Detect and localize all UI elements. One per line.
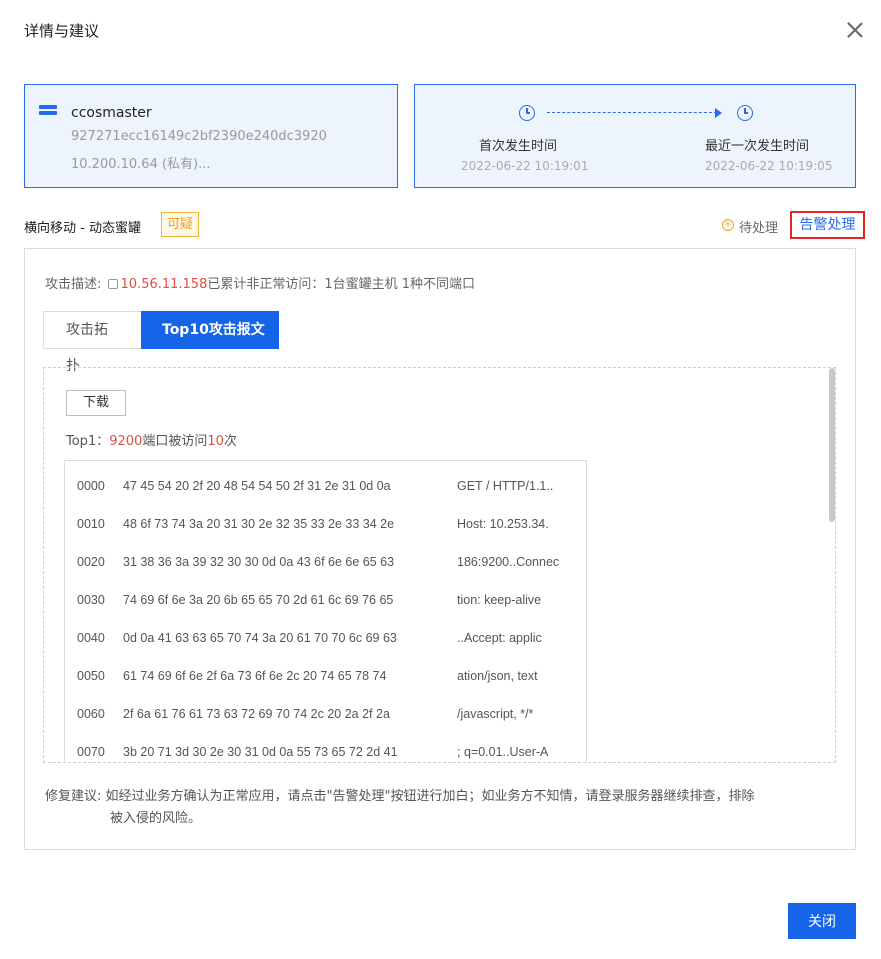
hex-ascii: ; q=0.01..User-A (457, 745, 549, 759)
arrow-right-icon (715, 108, 722, 118)
hex-offset: 0060 (77, 707, 105, 721)
hex-offset: 0070 (77, 745, 105, 759)
dialog-title: 详情与建议 (24, 22, 100, 40)
hex-row: 0040 0d 0a 41 63 63 65 70 74 3a 20 61 70 … (77, 631, 542, 651)
pending-status-icon: ⑥ (722, 219, 734, 231)
hex-dump: 0000 47 45 54 20 2f 20 48 54 54 50 2f 31 … (64, 460, 587, 762)
attacker-ip: 10.56.11.158 (120, 277, 208, 292)
first-time-value: 2022-06-22 10:19:01 (461, 159, 589, 173)
hex-ascii: ation/json, text (457, 669, 538, 683)
hex-row: 0070 3b 20 71 3d 30 2e 30 31 0d 0a 55 73 … (77, 745, 549, 762)
first-time-label: 首次发生时间 (479, 139, 558, 154)
attack-desc-suffix: 已累计非正常访问：1台蜜罐主机 1种不同端口 (207, 277, 476, 292)
hex-row: 0000 47 45 54 20 2f 20 48 54 54 50 2f 31 … (77, 479, 553, 499)
scrollbar-thumb[interactable] (829, 368, 835, 522)
host-name: ccosmaster (71, 105, 152, 121)
download-button[interactable]: 下载 (66, 390, 126, 416)
top1-mid: 端口被访问 (142, 434, 208, 449)
hex-ascii: 186:9200..Connec (457, 555, 560, 569)
lock-icon (107, 279, 118, 289)
hex-row: 0020 31 38 36 3a 39 32 30 30 0d 0a 43 6f … (77, 555, 559, 575)
top1-port: 9200 (109, 434, 143, 449)
last-time-label: 最近一次发生时间 (705, 139, 810, 154)
top1-prefix: Top1： (66, 434, 110, 449)
hex-offset: 0000 (77, 479, 105, 493)
hex-ascii: GET / HTTP/1.1.. (457, 479, 554, 493)
advice-line2: 被入侵的风险。 (110, 811, 202, 826)
clock-icon (737, 105, 753, 121)
last-time-value: 2022-06-22 10:19:05 (705, 159, 833, 173)
detail-panel: 攻击描述: 10.56.11.158已累计非正常访问：1台蜜罐主机 1种不同端口… (24, 248, 856, 850)
host-ip: 10.200.10.64 (私有)... (71, 157, 211, 172)
hex-bytes: 3b 20 71 3d 30 2e 30 31 0d 0a 55 73 65 7… (123, 745, 398, 759)
hex-offset: 0030 (77, 593, 105, 607)
attack-description: 攻击描述: 10.56.11.158已累计非正常访问：1台蜜罐主机 1种不同端口 (45, 273, 475, 292)
suspicious-badge: 可疑 (161, 212, 200, 237)
hex-offset: 0010 (77, 517, 105, 531)
alarm-handle-button[interactable]: 告警处理 (790, 211, 865, 239)
tab-bar: 攻击拓扑 Top10攻击报文 (43, 311, 279, 374)
top1-count: 10 (207, 434, 224, 449)
hex-ascii: ..Accept: applic (457, 631, 542, 645)
hex-row: 0060 2f 6a 61 76 61 73 63 72 69 70 74 2c … (77, 707, 533, 727)
hex-bytes: 47 45 54 20 2f 20 48 54 54 50 2f 31 2e 3… (123, 479, 391, 493)
hex-ascii: Host: 10.253.34. (457, 517, 549, 531)
top1-summary: Top1：9200端口被访问10次 (66, 430, 237, 449)
close-button[interactable]: 关闭 (788, 903, 856, 939)
host-card: ccosmaster 927271ecc16149c2bf2390e240dc3… (24, 84, 398, 188)
status-text: 待处理 (739, 221, 779, 236)
time-card: 首次发生时间 2022-06-22 10:19:01 最近一次发生时间 2022… (414, 84, 856, 188)
hex-offset: 0050 (77, 669, 105, 683)
attack-desc-prefix: 攻击描述: (45, 277, 106, 292)
host-id: 927271ecc16149c2bf2390e240dc3920 (71, 129, 327, 144)
server-icon (39, 105, 57, 123)
timeline-dash (547, 112, 717, 113)
hex-row: 0030 74 69 6f 6e 3a 20 6b 65 65 70 2d 61 … (77, 593, 541, 613)
hex-bytes: 61 74 69 6f 6e 2f 6a 73 6f 6e 2c 20 74 6… (123, 669, 387, 683)
report-container: 下载 Top1：9200端口被访问10次 0000 47 45 54 20 2f … (43, 367, 836, 763)
hex-row: 0010 48 6f 73 74 3a 20 31 30 2e 32 35 33 … (77, 517, 549, 537)
hex-bytes: 2f 6a 61 76 61 73 63 72 69 70 74 2c 20 2… (123, 707, 390, 721)
tab-top10-packets[interactable]: Top10攻击报文 (141, 311, 279, 349)
hex-ascii: /javascript, */* (457, 707, 534, 721)
hex-bytes: 74 69 6f 6e 3a 20 6b 65 65 70 2d 61 6c 6… (123, 593, 394, 607)
fix-advice: 修复建议: 如经过业务方确认为正常应用，请点击"告警处理"按钮进行加白；如业务方… (45, 786, 845, 830)
event-title: 横向移动 - 动态蜜罐 (24, 221, 141, 236)
hex-ascii: tion: keep-alive (457, 593, 542, 607)
clock-icon (519, 105, 535, 121)
top1-suffix: 次 (223, 434, 237, 449)
hex-offset: 0040 (77, 631, 105, 645)
hex-bytes: 48 6f 73 74 3a 20 31 30 2e 32 35 33 2e 3… (123, 517, 395, 531)
tab-attack-topology[interactable]: 攻击拓扑 (43, 311, 141, 374)
hex-bytes: 0d 0a 41 63 63 65 70 74 3a 20 61 70 70 6… (123, 631, 397, 645)
hex-row: 0050 61 74 69 6f 6e 2f 6a 73 6f 6e 2c 20 … (77, 669, 538, 689)
close-icon[interactable] (845, 20, 865, 40)
hex-offset: 0020 (77, 555, 105, 569)
advice-line1: 修复建议: 如经过业务方确认为正常应用，请点击"告警处理"按钮进行加白；如业务方… (45, 789, 755, 804)
hex-bytes: 31 38 36 3a 39 32 30 30 0d 0a 43 6f 6e 6… (123, 555, 395, 569)
